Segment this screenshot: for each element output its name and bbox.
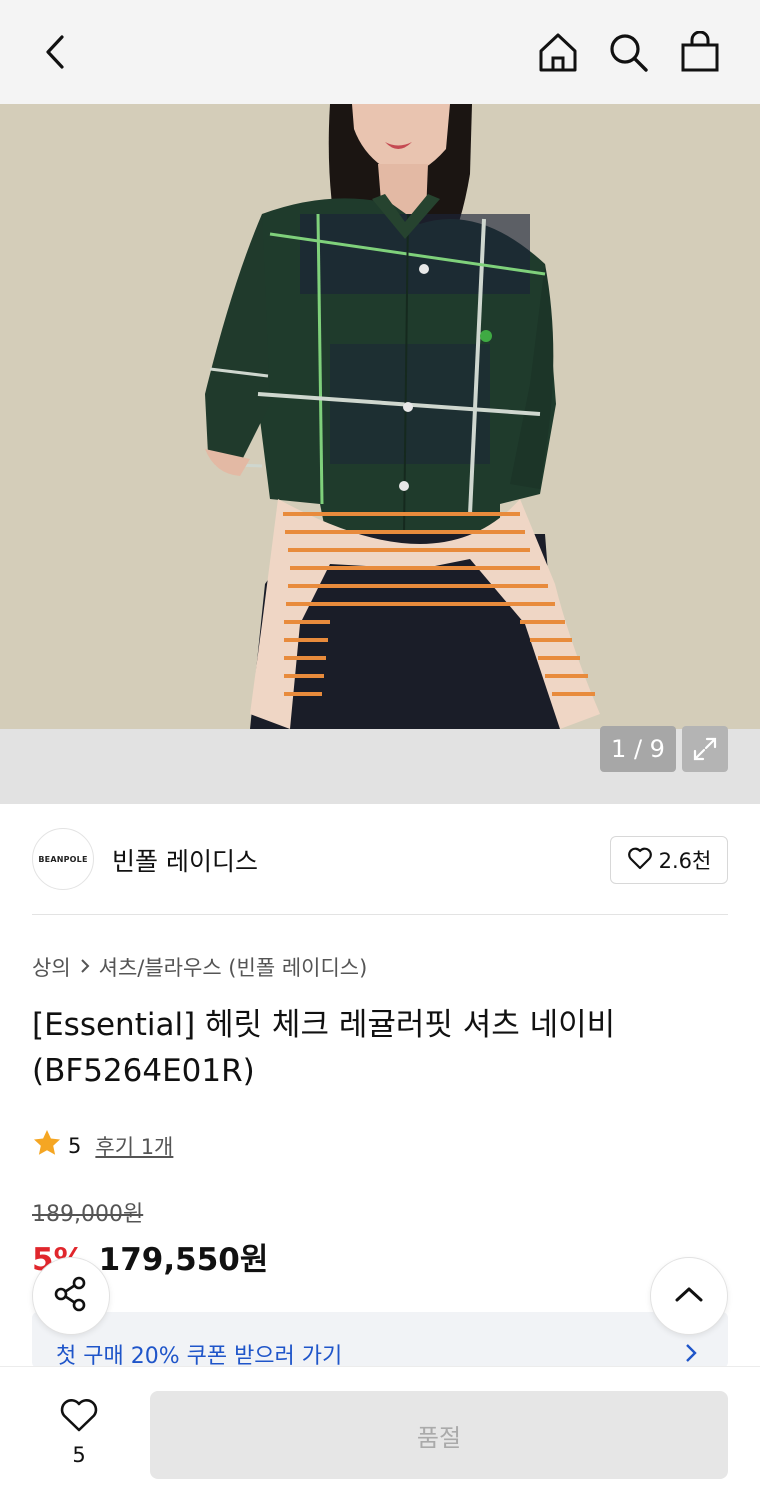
wishlist-count: 5 [72, 1443, 86, 1467]
divider [32, 914, 728, 915]
brand-logo[interactable]: BEANPOLE [32, 828, 94, 890]
sold-out-button[interactable]: 품절 [150, 1391, 728, 1479]
scroll-top-button[interactable] [650, 1257, 728, 1335]
image-counter: 1 / 9 [600, 726, 676, 772]
wishlist-button[interactable]: 5 [50, 1397, 108, 1467]
brand-like-button[interactable]: 2.6천 [610, 836, 728, 884]
brand-row: BEANPOLE 빈폴 레이디스 2.6천 [32, 828, 728, 892]
reviews-link[interactable]: 후기 1개 [95, 1131, 173, 1161]
breadcrumb-subcategory[interactable]: 셔츠/블라우스 (빈폴 레이디스) [99, 952, 368, 982]
chevron-left-icon[interactable] [34, 30, 78, 74]
expand-icon[interactable] [682, 726, 728, 772]
coupon-banner[interactable]: 첫 구매 20% 쿠폰 받으러 가기 [32, 1312, 728, 1369]
brand-name[interactable]: 빈폴 레이디스 [112, 842, 258, 878]
home-icon[interactable] [536, 30, 580, 74]
chevron-right-icon [684, 1342, 698, 1368]
rating-score: 5 [68, 1133, 82, 1158]
share-icon [51, 1274, 91, 1318]
star-icon [32, 1128, 62, 1163]
brand-logo-text: BEANPOLE [38, 854, 88, 864]
heart-icon [59, 1397, 99, 1437]
chevron-right-icon [79, 955, 91, 979]
chevron-up-icon [673, 1284, 705, 1308]
bottom-action-bar: 5 품절 [0, 1366, 760, 1500]
product-image[interactable] [0, 104, 760, 729]
heart-icon [627, 846, 653, 875]
shopping-bag-icon[interactable] [678, 30, 722, 74]
search-icon[interactable] [606, 30, 650, 74]
sale-price: 179,550원 [98, 1242, 269, 1278]
share-button[interactable] [32, 1257, 110, 1335]
original-price: 189,000원 [32, 1202, 144, 1227]
breadcrumb: 상의 셔츠/블라우스 (빈폴 레이디스) [32, 952, 367, 982]
rating-row: 5 후기 1개 [32, 1128, 173, 1163]
top-navigation-bar [0, 0, 760, 104]
breadcrumb-category[interactable]: 상의 [32, 952, 71, 982]
brand-like-count: 2.6천 [658, 849, 712, 873]
product-title: [Essential] 헤릿 체크 레귤러핏 셔츠 네이비 (BF5264E01… [32, 1007, 616, 1089]
